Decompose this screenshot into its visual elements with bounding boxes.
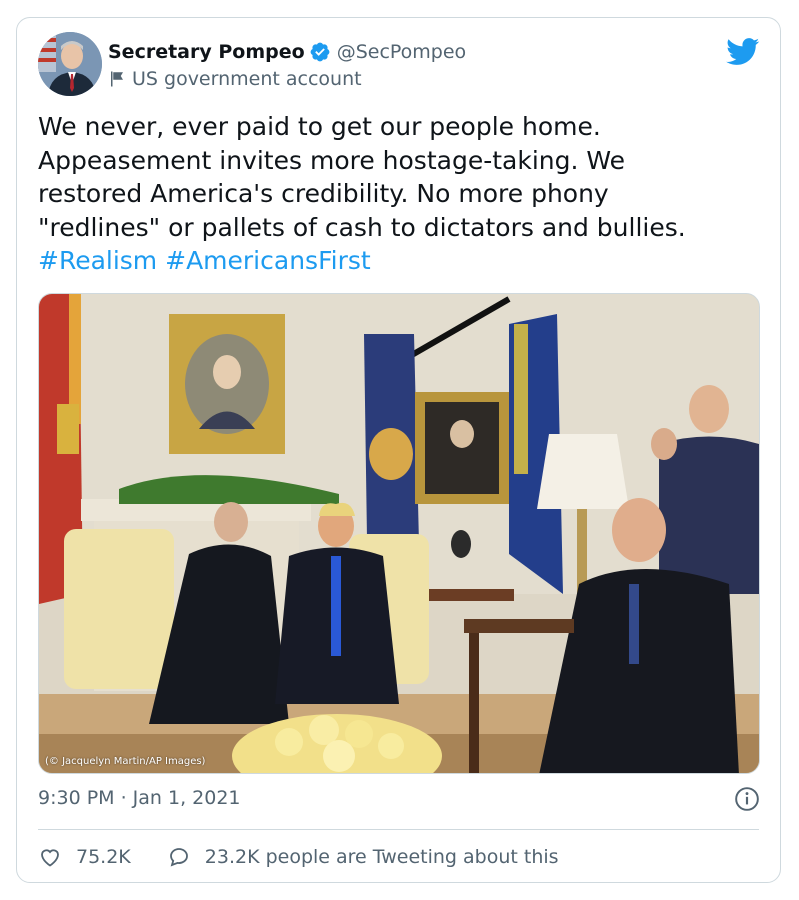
avatar[interactable] bbox=[38, 32, 102, 96]
avatar-image bbox=[38, 32, 102, 96]
government-label-row: US government account bbox=[108, 67, 362, 91]
government-account-label[interactable]: US government account bbox=[132, 68, 362, 90]
conversation-count: 23.2K people are Tweeting about this bbox=[204, 846, 559, 868]
tweet-text: We never, ever paid to get our people ho… bbox=[38, 110, 758, 278]
oval-office-photo bbox=[39, 294, 759, 773]
hashtag-americansfirst[interactable]: #AmericansFirst bbox=[165, 246, 371, 275]
like-button[interactable]: 75.2K bbox=[38, 845, 131, 869]
tweet-text-line: "redlines" or pallets of cash to dictato… bbox=[38, 212, 686, 242]
info-icon[interactable] bbox=[734, 786, 760, 812]
tweet-text-line: restored America's credibility. No more … bbox=[38, 179, 609, 208]
display-name[interactable]: Secretary Pompeo bbox=[108, 41, 305, 63]
divider bbox=[38, 829, 759, 830]
speech-bubble-icon bbox=[169, 848, 188, 867]
name-row: Secretary Pompeo @SecPompeo bbox=[108, 38, 466, 66]
hashtag-realism[interactable]: #Realism bbox=[38, 246, 157, 275]
tweet-photo[interactable]: (© Jacquelyn Martin/AP Images) bbox=[38, 293, 760, 774]
handle[interactable]: @SecPompeo bbox=[337, 41, 466, 63]
heart-icon bbox=[41, 849, 59, 867]
verified-badge-icon bbox=[310, 42, 330, 62]
like-count: 75.2K bbox=[76, 846, 131, 868]
photo-credit: (© Jacquelyn Martin/AP Images) bbox=[45, 756, 206, 767]
tweet-timestamp[interactable]: 9:30 PM · Jan 1, 2021 bbox=[38, 787, 241, 809]
tweet-card: Secretary Pompeo @SecPompeo US governmen… bbox=[16, 17, 781, 883]
tweet-text-line: We never, ever paid to get our people ho… bbox=[38, 112, 601, 141]
tweet-text-line: Appeasement invites more hostage-taking.… bbox=[38, 145, 626, 175]
flag-icon bbox=[111, 71, 123, 87]
action-bar: 75.2K 23.2K people are Tweeting about th… bbox=[38, 842, 595, 872]
twitter-bird-icon[interactable] bbox=[726, 38, 760, 66]
conversation-button[interactable]: 23.2K people are Tweeting about this bbox=[167, 845, 559, 869]
hashtag-line: #Realism #AmericansFirst bbox=[38, 244, 758, 278]
